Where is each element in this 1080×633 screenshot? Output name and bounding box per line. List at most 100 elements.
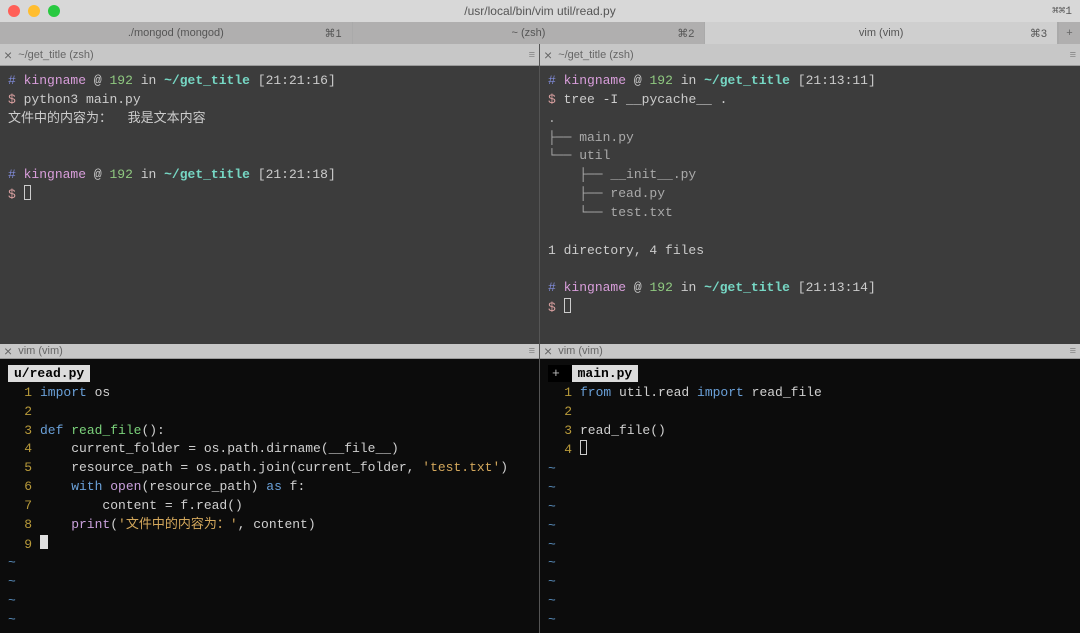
code: read_file [71, 423, 141, 438]
code: print [40, 517, 110, 532]
close-icon[interactable]: × [544, 48, 552, 62]
code: (): [141, 423, 164, 438]
pane-tab-label: vim (vim) [18, 345, 63, 357]
terminal-output[interactable]: # kingname @ 192 in ~/get_title [21:21:1… [0, 66, 539, 344]
tab-zsh[interactable]: ~ (zsh) ⌘2 [353, 22, 706, 44]
vim-file-tab: u/read.py [8, 365, 90, 382]
tab-shortcut: ⌘1 [325, 27, 342, 40]
line-number: 2 [548, 403, 580, 422]
menu-icon[interactable]: ≡ [529, 49, 535, 61]
tab-vim[interactable]: vim (vim) ⌘3 [705, 22, 1058, 44]
code: f: [290, 479, 306, 494]
pane-tab-label: ~/get_title (zsh) [18, 49, 94, 61]
prompt-path: ~/get_title [164, 167, 250, 182]
code: content = f.read() [40, 498, 243, 513]
code: os [95, 385, 111, 400]
prompt-path: ~/get_title [164, 73, 250, 88]
pane-top-left[interactable]: × ~/get_title (zsh) ≡ # kingname @ 192 i… [0, 44, 539, 344]
titlebar: /usr/local/bin/vim util/read.py ⌘⌘1 [0, 0, 1080, 22]
code: import [697, 385, 752, 400]
code: current_folder = os.path.dirname(__file_… [40, 441, 399, 456]
prompt-host: 192 [649, 73, 672, 88]
line-number: 4 [8, 440, 40, 459]
line-number: 3 [8, 422, 40, 441]
tab-mongod[interactable]: ./mongod (mongod) ⌘1 [0, 22, 353, 44]
menu-icon[interactable]: ≡ [1070, 345, 1076, 357]
pane-tab-label: ~/get_title (zsh) [558, 49, 634, 61]
code: resource_path = os.path.join(current_fol… [40, 460, 422, 475]
prompt-user: kingname [564, 280, 626, 295]
tree-line: ├── main.py [548, 130, 634, 145]
prompt-path: ~/get_title [704, 280, 790, 295]
new-tab-button[interactable]: + [1058, 22, 1080, 44]
tab-label: vim (vim) [859, 27, 904, 39]
terminal-tabs: ./mongod (mongod) ⌘1 ~ (zsh) ⌘2 vim (vim… [0, 22, 1080, 44]
code: read_file() [580, 423, 666, 438]
vim-editor[interactable]: u/read.py 1import os 2 3def read_file():… [0, 359, 539, 633]
tree-line: └── util [548, 148, 610, 163]
vim-cursor [580, 440, 587, 455]
code: with [40, 479, 110, 494]
prompt-host: 192 [649, 280, 672, 295]
code: read_file [752, 385, 822, 400]
tab-label: ~ (zsh) [512, 27, 546, 39]
vim-cursor [40, 535, 48, 549]
close-icon[interactable]: × [4, 48, 12, 62]
pane-tabbar: × ~/get_title (zsh) ≡ [540, 44, 1080, 66]
code: ) [500, 460, 508, 475]
code: as [266, 479, 289, 494]
cursor [564, 298, 571, 313]
prompt-host: 192 [109, 73, 132, 88]
split-layout: × ~/get_title (zsh) ≡ # kingname @ 192 i… [0, 44, 1080, 633]
line-number: 4 [548, 441, 580, 460]
code: 'test.txt' [422, 460, 500, 475]
prompt-user: kingname [24, 167, 86, 182]
line-number: 2 [8, 403, 40, 422]
menu-icon[interactable]: ≡ [529, 345, 535, 357]
line-number: 1 [548, 384, 580, 403]
code: from [580, 385, 619, 400]
vim-editor[interactable]: + main.py 1from util.read import read_fi… [540, 359, 1080, 633]
pane-bottom-left[interactable]: × vim (vim) ≡ u/read.py 1import os 2 3de… [0, 344, 539, 633]
pane-bottom-right[interactable]: × vim (vim) ≡ + main.py 1from util.read … [540, 344, 1080, 633]
code: '文件中的内容为：' [118, 517, 238, 532]
line-number: 6 [8, 478, 40, 497]
code: , content) [238, 517, 316, 532]
prompt-time: [21:13:11] [798, 73, 876, 88]
pane-tab-label: vim (vim) [558, 345, 603, 357]
code: util.read [619, 385, 697, 400]
close-icon[interactable]: × [4, 344, 12, 358]
line-number: 9 [8, 536, 40, 555]
command: tree -I __pycache__ . [564, 92, 728, 107]
tree-line: . [548, 111, 556, 126]
vim-file-tab: main.py [572, 365, 639, 382]
line-number: 8 [8, 516, 40, 535]
line-number: 7 [8, 497, 40, 516]
line-number: 5 [8, 459, 40, 478]
command: python3 main.py [24, 92, 141, 107]
line-number: 1 [8, 384, 40, 403]
pane-top-right[interactable]: × ~/get_title (zsh) ≡ # kingname @ 192 i… [540, 44, 1080, 344]
menu-icon[interactable]: ≡ [1070, 49, 1076, 61]
pane-tabbar: × vim (vim) ≡ [0, 344, 539, 359]
terminal-output[interactable]: # kingname @ 192 in ~/get_title [21:13:1… [540, 66, 1080, 344]
tab-shortcut: ⌘2 [677, 27, 694, 40]
stdout-line: 文件中的内容为： 我是文本内容 [8, 111, 206, 126]
window-title: /usr/local/bin/vim util/read.py [0, 4, 1080, 18]
tab-shortcut: ⌘3 [1030, 27, 1047, 40]
pane-tabbar: × vim (vim) ≡ [540, 344, 1080, 359]
prompt-path: ~/get_title [704, 73, 790, 88]
tab-label: ./mongod (mongod) [128, 27, 224, 39]
code: ( [110, 517, 118, 532]
prompt-user: kingname [24, 73, 86, 88]
pane-tabbar: × ~/get_title (zsh) ≡ [0, 44, 539, 66]
prompt-time: [21:13:14] [798, 280, 876, 295]
tree-line: ├── read.py [548, 186, 665, 201]
code: def [40, 423, 71, 438]
tree-line: ├── __init__.py [548, 167, 696, 182]
line-number: 3 [548, 422, 580, 441]
prompt-time: [21:21:16] [258, 73, 336, 88]
right-column: × ~/get_title (zsh) ≡ # kingname @ 192 i… [540, 44, 1080, 633]
prompt-time: [21:21:18] [258, 167, 336, 182]
close-icon[interactable]: × [544, 344, 552, 358]
